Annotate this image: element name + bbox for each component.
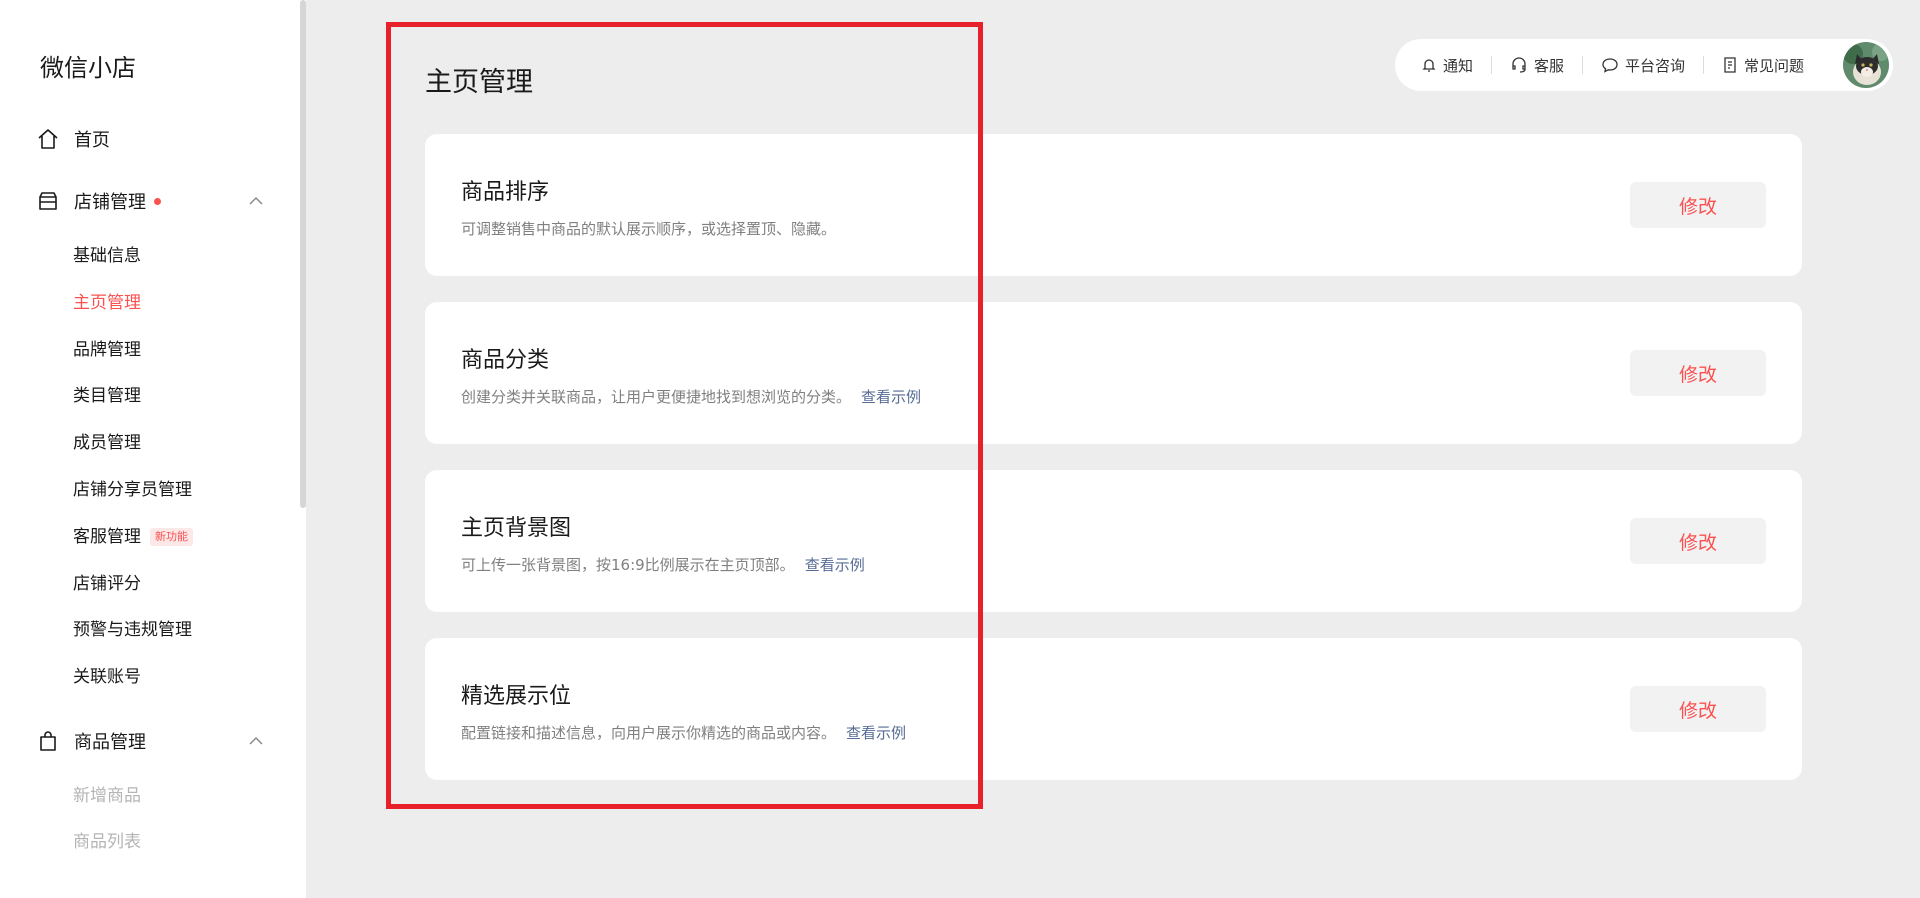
service-button[interactable]: 客服 <box>1510 55 1564 75</box>
app-title: 微信小店 <box>40 54 136 82</box>
sidebar-subitem-label: 店铺评分 <box>73 574 141 594</box>
divider <box>1491 56 1493 74</box>
card-description: 可上传一张背景图，按16:9比例展示在主页顶部。 查看示例 <box>461 554 865 575</box>
setting-card: 商品排序可调整销售中商品的默认展示顺序，或选择置顶、隐藏。 修改 <box>425 134 1802 276</box>
sidebar-subitem-label: 客服管理 <box>73 527 141 547</box>
card-description: 配置链接和描述信息，向用户展示你精选的商品或内容。 查看示例 <box>461 722 906 743</box>
edit-button[interactable]: 修改 <box>1630 518 1766 564</box>
sidebar-subitem[interactable]: 新增商品 <box>73 783 141 809</box>
card-description: 可调整销售中商品的默认展示顺序，或选择置顶、隐藏。 <box>461 218 836 239</box>
card-title: 商品排序 <box>461 180 550 205</box>
view-example-link[interactable]: 查看示例 <box>861 386 921 407</box>
view-example-link[interactable]: 查看示例 <box>846 722 906 743</box>
view-example-link[interactable]: 查看示例 <box>805 554 865 575</box>
sidebar-item-label: 商品管理 <box>74 732 146 753</box>
home-icon <box>36 127 60 151</box>
top-toolbar: 通知 客服 平台咨询 常见问题 <box>1395 39 1893 91</box>
bell-icon <box>1422 59 1436 72</box>
service-label: 客服 <box>1534 56 1565 75</box>
store-icon <box>36 189 60 213</box>
sidebar-subitem[interactable]: 基础信息 <box>73 243 141 269</box>
consult-button[interactable]: 平台咨询 <box>1601 55 1685 75</box>
sidebar-item-label: 店铺管理 <box>74 192 146 213</box>
sidebar: 微信小店 首页 店铺管理 基础信息主页管理品牌管理类目管理成员管理店铺分享员管理… <box>0 0 306 898</box>
new-feature-badge: 新功能 <box>150 528 193 546</box>
headset-icon <box>1512 57 1526 73</box>
document-icon <box>1724 57 1736 73</box>
card-title: 精选展示位 <box>461 684 572 709</box>
sidebar-scrollbar[interactable] <box>300 0 306 508</box>
sidebar-item-home[interactable]: 首页 <box>36 124 268 154</box>
card-title: 主页背景图 <box>461 516 572 541</box>
sidebar-subitem-label: 成员管理 <box>73 433 141 453</box>
sidebar-item-store[interactable]: 店铺管理 <box>36 186 268 216</box>
card-description-text: 可上传一张背景图，按16:9比例展示在主页顶部。 <box>461 556 795 574</box>
notify-label: 通知 <box>1443 56 1474 75</box>
edit-button[interactable]: 修改 <box>1630 686 1766 732</box>
setting-card: 精选展示位配置链接和描述信息，向用户展示你精选的商品或内容。 查看示例 修改 <box>425 638 1802 780</box>
chat-bubble-icon <box>1602 58 1618 73</box>
chevron-up-icon[interactable] <box>248 733 264 749</box>
sidebar-subitem-label: 店铺分享员管理 <box>73 480 192 500</box>
sidebar-subitem[interactable]: 客服管理 新功能 <box>73 524 193 550</box>
setting-card: 主页背景图可上传一张背景图，按16:9比例展示在主页顶部。 查看示例 修改 <box>425 470 1802 612</box>
edit-button[interactable]: 修改 <box>1630 350 1766 396</box>
sidebar-subitem[interactable]: 主页管理 <box>73 290 141 316</box>
bag-icon <box>36 729 60 753</box>
sidebar-subitem[interactable]: 关联账号 <box>73 664 141 690</box>
sidebar-subitem-label: 品牌管理 <box>73 340 141 360</box>
sidebar-subitem[interactable]: 成员管理 <box>73 430 141 456</box>
notification-dot <box>154 197 161 205</box>
sidebar-subitem[interactable]: 店铺评分 <box>73 571 141 597</box>
notify-button[interactable]: 通知 <box>1421 55 1473 75</box>
card-description-text: 创建分类并关联商品，让用户更便捷地找到想浏览的分类。 <box>461 388 852 406</box>
divider <box>1703 56 1705 74</box>
page-title: 主页管理 <box>425 67 533 98</box>
sidebar-subitem[interactable]: 品牌管理 <box>73 337 141 363</box>
sidebar-subitem[interactable]: 类目管理 <box>73 383 141 409</box>
card-description: 创建分类并关联商品，让用户更便捷地找到想浏览的分类。 查看示例 <box>461 386 921 407</box>
sidebar-subitem-label: 类目管理 <box>73 386 141 406</box>
sidebar-subitem[interactable]: 预警与违规管理 <box>73 617 192 643</box>
avatar[interactable] <box>1843 42 1889 88</box>
sidebar-subitem-label: 预警与违规管理 <box>73 620 192 640</box>
sidebar-item-goods[interactable]: 商品管理 <box>36 726 268 756</box>
setting-card: 商品分类创建分类并关联商品，让用户更便捷地找到想浏览的分类。 查看示例 修改 <box>425 302 1802 444</box>
sidebar-subitem-label: 主页管理 <box>73 293 141 313</box>
sidebar-subitem-label: 新增商品 <box>73 786 141 806</box>
chevron-up-icon[interactable] <box>248 193 264 209</box>
faq-button[interactable]: 常见问题 <box>1722 55 1804 75</box>
sidebar-item-label: 首页 <box>74 130 110 151</box>
card-title: 商品分类 <box>461 348 550 373</box>
card-description-text: 配置链接和描述信息，向用户展示你精选的商品或内容。 <box>461 724 837 742</box>
sidebar-subitem-label: 商品列表 <box>73 832 141 852</box>
sidebar-subitem-label: 基础信息 <box>73 246 141 266</box>
consult-label: 平台咨询 <box>1625 56 1686 75</box>
edit-button[interactable]: 修改 <box>1630 182 1766 228</box>
sidebar-subitem[interactable]: 商品列表 <box>73 829 141 855</box>
sidebar-subitem[interactable]: 店铺分享员管理 <box>73 477 192 503</box>
faq-label: 常见问题 <box>1744 56 1805 75</box>
card-description-text: 可调整销售中商品的默认展示顺序，或选择置顶、隐藏。 <box>461 220 837 238</box>
divider <box>1582 56 1584 74</box>
sidebar-subitem-label: 关联账号 <box>73 667 141 687</box>
